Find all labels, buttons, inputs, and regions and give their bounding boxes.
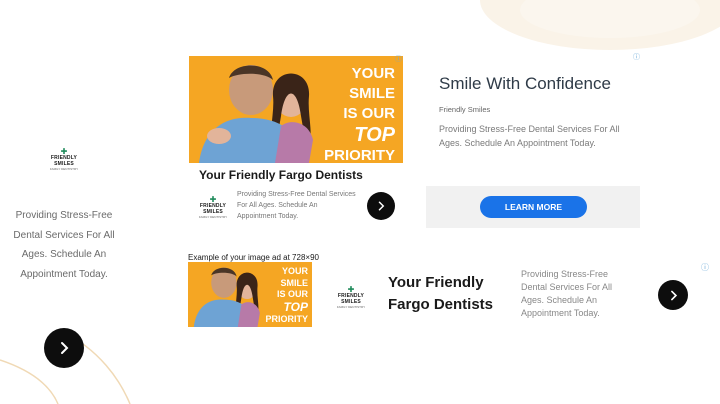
adchoices-icon[interactable]: ⓘ (633, 52, 640, 62)
ad-slogan: YOUR SMILE IS OUR TOP PRIORITY (265, 266, 308, 324)
chevron-right-icon (61, 342, 69, 354)
ad-description: Providing Stress-Free Dental Services Fo… (237, 191, 356, 220)
chevron-right-icon (378, 201, 385, 211)
friendly-smiles-logo: ✚ FRIENDLY SMILES FAMILY DENTISTRY (336, 285, 366, 310)
leaderboard-ad[interactable]: YOUR SMILE IS OUR TOP PRIORITY ✚ FRIENDL… (188, 262, 712, 328)
ad-photo: YOUR SMILE IS OUR TOP PRIORITY (189, 56, 403, 163)
text-ad[interactable]: ⓘ Smile With Confidence Friendly Smiles … (426, 52, 640, 228)
ad-photo: YOUR SMILE IS OUR TOP PRIORITY (188, 262, 312, 327)
next-arrow-button[interactable] (367, 192, 395, 220)
ad-title: Smile With Confidence (439, 74, 611, 93)
advertiser-name: Friendly Smiles (439, 105, 491, 114)
left-skyscraper-ad[interactable]: ✚ FRIENDLY SMILES FAMILY DENTISTRY Provi… (0, 52, 128, 368)
ad-headline: Your Friendly Fargo Dentists (388, 274, 494, 313)
learn-more-button[interactable]: LEARN MORE (480, 196, 587, 218)
ad-description: Providing Stress-Free Dental Services Fo… (439, 124, 620, 148)
friendly-smiles-logo: ✚ FRIENDLY SMILES FAMILY DENTISTRY (198, 195, 228, 220)
adchoices-icon[interactable]: ⓘ (395, 54, 402, 64)
ad-slogan: YOUR SMILE IS OUR TOP PRIORITY (324, 65, 395, 163)
adchoices-icon[interactable]: ⓘ (701, 262, 709, 273)
next-arrow-button[interactable] (44, 328, 84, 368)
chevron-right-icon (670, 290, 677, 300)
next-arrow-button[interactable] (658, 280, 688, 310)
friendly-smiles-logo: ✚ FRIENDLY SMILES FAMILY DENTISTRY (42, 148, 86, 172)
ad-description: Providing Stress-Free Dental Services Fo… (521, 269, 613, 318)
leaderboard-caption: Example of your image ad at 728×90 (188, 253, 319, 262)
ad-description: Providing Stress-Free Dental Services Fo… (13, 210, 115, 280)
ad-headline: Your Friendly Fargo Dentists (199, 168, 363, 182)
